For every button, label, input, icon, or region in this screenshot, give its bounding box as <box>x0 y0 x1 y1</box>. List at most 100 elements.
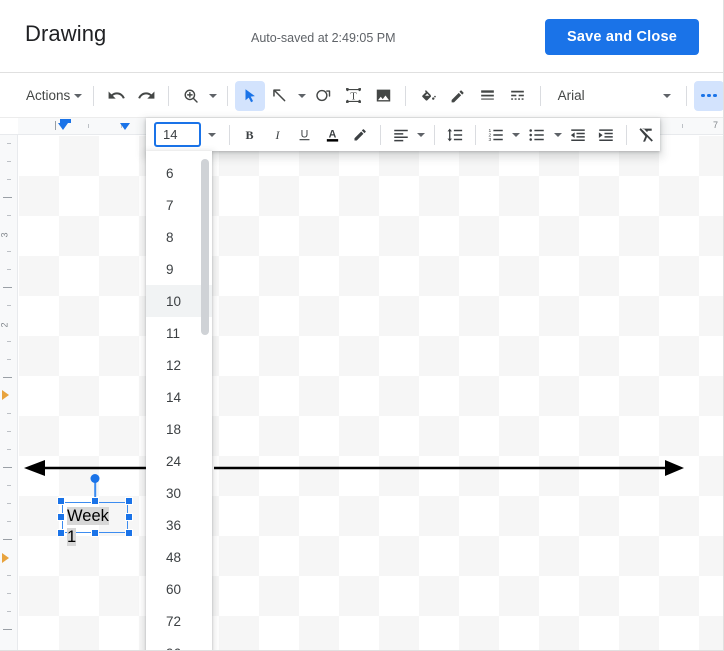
vertical-indent-marker[interactable] <box>2 390 9 400</box>
toolbar-divider <box>226 85 228 106</box>
actions-menu-button[interactable]: Actions <box>22 82 86 110</box>
line-arrow-icon <box>273 89 286 102</box>
chevron-down-icon <box>553 132 562 137</box>
vertical-indent-marker-2[interactable] <box>2 553 9 563</box>
chevron-down-icon <box>663 93 672 98</box>
resize-handle-e[interactable] <box>125 513 133 521</box>
rotation-handle[interactable] <box>90 474 100 483</box>
image-tool-button[interactable] <box>368 81 398 111</box>
border-weight-button[interactable] <box>473 81 503 111</box>
toolbar-divider <box>405 85 407 106</box>
resize-handle-se[interactable] <box>125 529 133 537</box>
line-spacing-icon <box>447 128 463 141</box>
resize-handle-sw[interactable] <box>57 529 65 537</box>
vertical-ruler[interactable]: 3 2 <box>0 135 18 650</box>
font-size-dropdown-menu[interactable]: 6 7 8 9 10 11 12 14 18 24 30 36 48 60 72… <box>146 151 212 650</box>
left-indent-marker[interactable] <box>58 123 68 130</box>
redo-button[interactable] <box>131 81 161 111</box>
chevron-down-icon <box>417 132 426 137</box>
marker-pen-icon <box>354 129 366 141</box>
zoom-button[interactable] <box>176 81 206 111</box>
drawing-canvas[interactable]: Week 1 <box>19 136 723 650</box>
font-size-dropdown-button[interactable] <box>201 122 223 147</box>
line-tool-dropdown-button[interactable] <box>295 82 309 110</box>
numbered-list-icon: 1 2 3 <box>488 128 503 143</box>
right-indent-marker[interactable] <box>120 123 130 130</box>
format-divider <box>434 124 436 145</box>
svg-text:I: I <box>274 128 280 142</box>
ruler-label-vertical: 2 <box>0 322 10 328</box>
text-box-icon: T <box>345 88 361 103</box>
clear-formatting-button[interactable] <box>633 121 661 149</box>
text-color-icon: A <box>326 128 339 142</box>
text-color-button[interactable]: A <box>319 121 347 149</box>
chevron-down-icon <box>208 132 217 137</box>
border-dash-button[interactable] <box>503 81 533 111</box>
format-divider <box>379 124 381 145</box>
chevron-down-icon <box>74 93 83 98</box>
cursor-arrow-icon <box>245 88 255 102</box>
undo-button[interactable] <box>101 81 131 111</box>
left-arrow[interactable] <box>24 460 147 476</box>
dropdown-scrollbar-thumb[interactable] <box>201 159 209 335</box>
bulleted-list-button[interactable] <box>523 121 551 149</box>
right-arrow[interactable] <box>214 460 684 476</box>
underline-button[interactable]: U <box>291 121 319 149</box>
format-divider <box>474 124 476 145</box>
zoom-in-icon <box>184 89 198 103</box>
toolbar-divider <box>539 85 541 106</box>
bulleted-list-icon <box>529 128 544 141</box>
increase-indent-button[interactable] <box>592 121 620 149</box>
text-box-content[interactable]: Week 1 <box>67 506 119 548</box>
drawing-editor-window: Drawing Auto-saved at 2:49:05 PM Save an… <box>0 0 724 651</box>
undo-icon <box>108 91 125 99</box>
line-spacing-button[interactable] <box>441 121 469 149</box>
resize-handle-s[interactable] <box>91 529 99 537</box>
zoom-dropdown-button[interactable] <box>206 82 220 110</box>
align-dropdown-button[interactable] <box>414 121 428 149</box>
more-options-button[interactable] <box>694 80 723 111</box>
border-weight-icon <box>481 90 495 100</box>
border-color-button[interactable] <box>443 81 473 111</box>
fill-color-button[interactable] <box>413 81 443 111</box>
border-dash-icon <box>511 90 525 100</box>
bold-icon: B <box>246 128 254 142</box>
canvas-shapes <box>24 460 684 476</box>
font-family-selector[interactable]: Arial <box>548 81 656 111</box>
clear-formatting-icon <box>639 127 654 142</box>
save-and-close-button[interactable]: Save and Close <box>545 19 699 55</box>
resize-handle-n[interactable] <box>91 497 99 505</box>
chevron-down-icon <box>512 132 521 137</box>
selected-text-box[interactable]: Week 1 <box>57 474 133 546</box>
text-box-tool-button[interactable]: T <box>338 81 368 111</box>
align-left-icon <box>393 129 408 141</box>
svg-text:A: A <box>329 128 337 140</box>
numbered-list-button[interactable]: 1 2 3 <box>482 121 510 149</box>
font-family-dropdown-button[interactable] <box>655 81 679 111</box>
bulleted-list-dropdown-button[interactable] <box>551 121 565 149</box>
font-size-input[interactable]: 14 <box>154 122 202 147</box>
shapes-icon <box>316 89 331 102</box>
resize-handle-w[interactable] <box>57 513 65 521</box>
redo-icon <box>137 91 155 99</box>
resize-handle-nw[interactable] <box>57 497 65 505</box>
main-toolbar: Actions T Arial <box>0 74 723 118</box>
text-box-line-2: 1 <box>67 528 77 546</box>
toolbar-divider <box>168 85 170 106</box>
decrease-indent-button[interactable] <box>564 121 592 149</box>
shape-tool-button[interactable] <box>309 81 339 111</box>
header-bar: Drawing Auto-saved at 2:49:05 PM Save an… <box>0 0 723 73</box>
ruler-label-horizontal: 7 <box>713 120 719 130</box>
line-tool-button[interactable] <box>265 81 295 111</box>
align-button[interactable] <box>387 121 415 149</box>
bold-button[interactable]: B <box>236 121 264 149</box>
ruler-label-vertical: 3 <box>0 232 10 238</box>
italic-button[interactable]: I <box>264 121 292 149</box>
numbered-list-dropdown-button[interactable] <box>509 121 523 149</box>
svg-text:U: U <box>301 128 309 140</box>
image-icon <box>376 89 390 102</box>
resize-handle-ne[interactable] <box>125 497 133 505</box>
select-tool-button[interactable] <box>234 80 265 111</box>
highlight-color-button[interactable] <box>346 121 374 149</box>
autosave-status: Auto-saved at 2:49:05 PM <box>251 31 396 45</box>
